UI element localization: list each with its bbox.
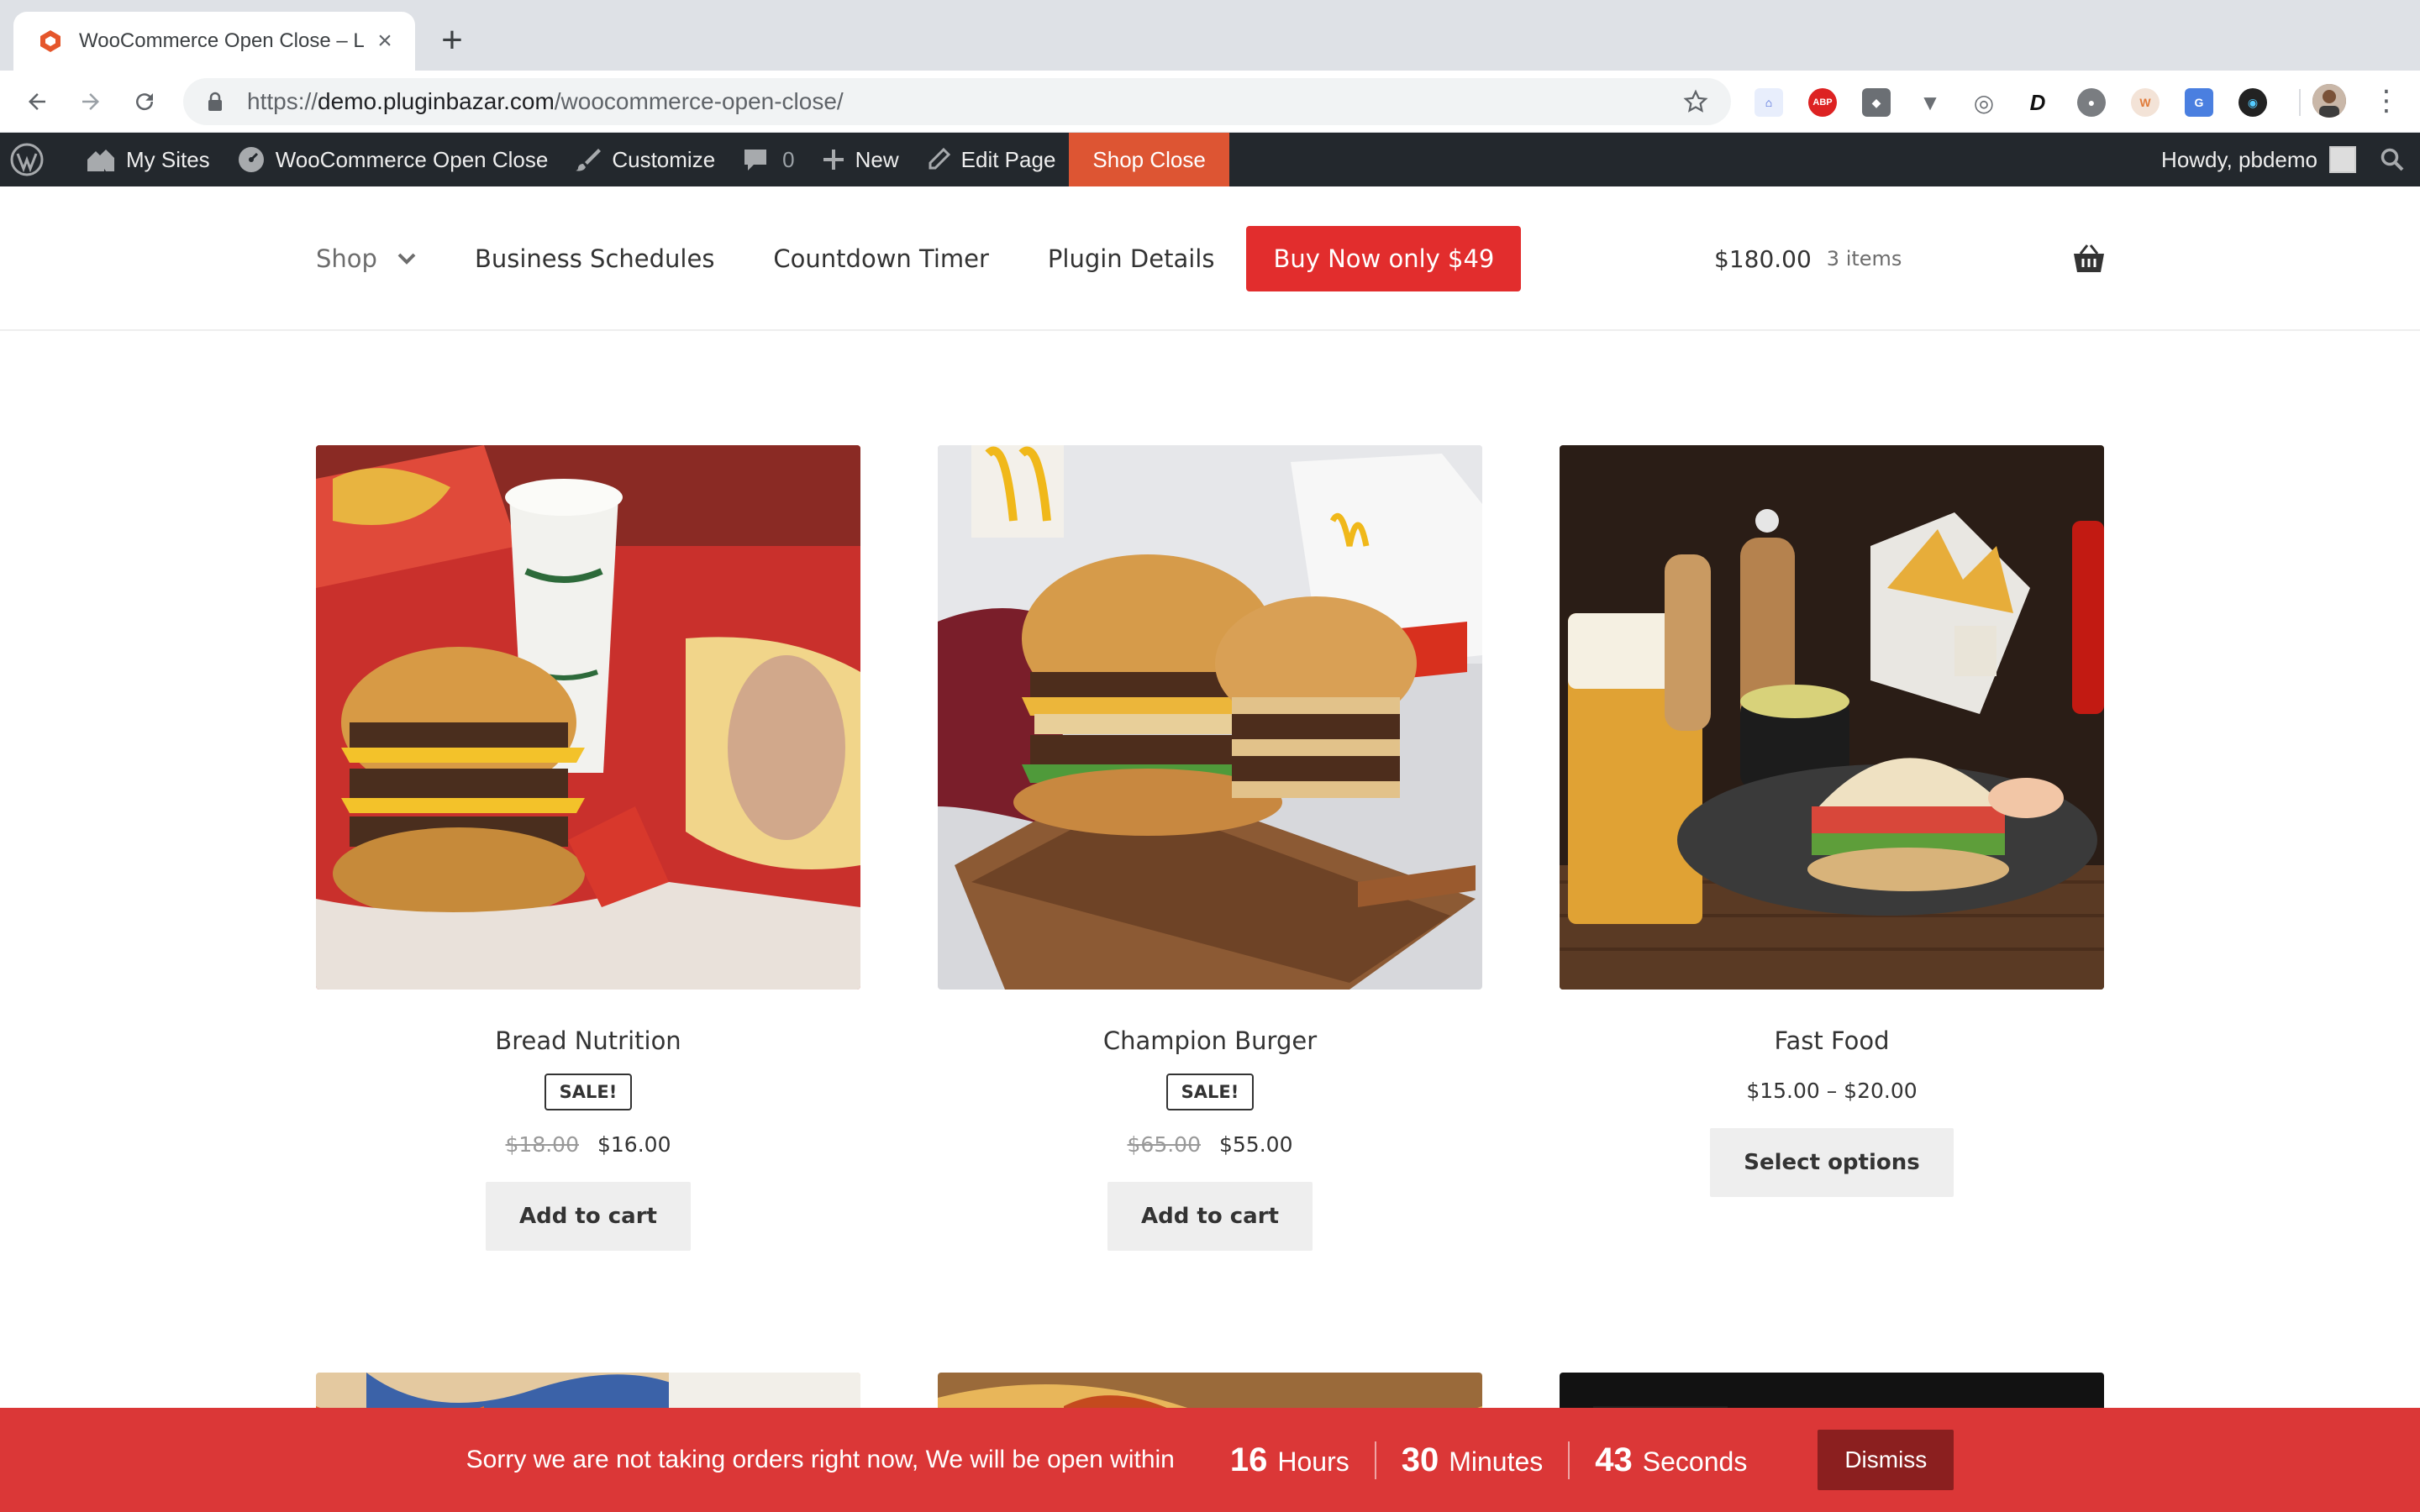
extension-g-icon[interactable]: ◎ (1970, 88, 1998, 117)
new-content-menu[interactable]: New (808, 133, 913, 186)
primary-navigation: Shop Business Schedules Countdown Timer … (316, 186, 1522, 331)
site-favicon-icon (37, 28, 64, 55)
nav-shop-label: Shop (316, 244, 377, 273)
close-tab-icon[interactable]: × (371, 27, 398, 55)
product-card-fast-food: Fast Food $15.00 – $20.00 Select options (1560, 445, 2104, 1197)
new-label: New (855, 146, 899, 172)
extension-c-icon[interactable]: ● (2077, 88, 2106, 117)
extension-d-icon[interactable]: D (2023, 88, 2052, 117)
add-to-cart-button[interactable]: Add to cart (486, 1182, 691, 1251)
dashboard-icon (238, 147, 264, 172)
nav-item-countdown-timer[interactable]: Countdown Timer (773, 244, 988, 273)
edit-page-link[interactable]: Edit Page (913, 133, 1070, 186)
product-name[interactable]: Bread Nutrition (316, 1026, 860, 1055)
my-sites-icon (87, 150, 114, 171)
seconds-label: Seconds (1642, 1446, 1748, 1477)
wp-admin-bar: My Sites WooCommerce Open Close Customiz… (0, 133, 2420, 186)
chevron-down-icon (397, 253, 416, 265)
product-price: $18.00 $16.00 (316, 1132, 860, 1157)
extension-wp-icon[interactable]: W (2131, 88, 2160, 117)
browser-toolbar: https://demo.pluginbazar.com/woocommerce… (0, 71, 2420, 133)
customize-link[interactable]: Customize (561, 133, 729, 186)
my-sites-menu[interactable]: My Sites (72, 133, 224, 186)
hours-value: 16 (1229, 1441, 1268, 1478)
extension-shield-icon[interactable]: ◆ (1862, 88, 1891, 117)
new-tab-button[interactable]: + (434, 22, 471, 59)
plus-icon (823, 150, 844, 170)
adblock-icon[interactable]: ABP (1808, 88, 1837, 117)
product-price: $65.00 $55.00 (938, 1132, 1482, 1157)
sale-badge: SALE! (1165, 1074, 1255, 1110)
browser-menu-icon[interactable]: ⋮ (2370, 84, 2403, 118)
dismiss-button[interactable]: Dismiss (1818, 1430, 1954, 1490)
current-price: $16.00 (597, 1132, 671, 1157)
sale-badge: SALE! (544, 1074, 633, 1110)
nav-item-plugin-details[interactable]: Plugin Details (1048, 244, 1215, 273)
lock-icon (203, 90, 227, 113)
star-icon[interactable] (1681, 87, 1711, 117)
select-options-button[interactable]: Select options (1710, 1128, 1954, 1197)
minutes-value: 30 (1401, 1441, 1439, 1478)
nav-item-business-schedules[interactable]: Business Schedules (475, 244, 714, 273)
extension-v-icon[interactable]: ▼ (1916, 88, 1944, 117)
extension-color-icon[interactable]: ◉ (2238, 88, 2267, 117)
countdown-seconds: 43 Seconds (1568, 1441, 1772, 1479)
toolbar-divider (2299, 89, 2301, 116)
product-image[interactable] (1560, 445, 2104, 990)
product-card-bread-nutrition: Bread Nutrition SALE! $18.00 $16.00 Add t… (316, 445, 860, 1251)
profile-avatar[interactable] (2312, 84, 2346, 118)
wordpress-icon[interactable] (0, 133, 72, 186)
countdown-minutes: 30 Minutes (1374, 1441, 1569, 1479)
shop-close-menu[interactable]: Shop Close (1069, 133, 1229, 186)
notice-message: Sorry we are not taking orders right now… (466, 1446, 1175, 1473)
buy-now-button[interactable]: Buy Now only $49 (1246, 226, 1522, 291)
browser-tab[interactable]: WooCommerce Open Close – L × (13, 12, 415, 71)
seconds-value: 43 (1595, 1441, 1633, 1478)
product-image[interactable] (316, 445, 860, 990)
current-price: $55.00 (1219, 1132, 1293, 1157)
hours-label: Hours (1277, 1446, 1349, 1477)
pencil-icon (929, 147, 950, 170)
user-avatar[interactable] (2329, 146, 2356, 173)
comments-link[interactable]: 0 (729, 133, 808, 186)
translate-icon[interactable]: G (2185, 88, 2213, 117)
product-card-champion-burger: Champion Burger SALE! $65.00 $55.00 Add t… (938, 445, 1482, 1251)
old-price: $18.00 (505, 1132, 579, 1157)
minutes-label: Minutes (1449, 1446, 1544, 1477)
site-name-menu[interactable]: WooCommerce Open Close (224, 133, 562, 186)
basket-icon[interactable] (2072, 242, 2106, 276)
add-to-cart-button[interactable]: Add to cart (1107, 1182, 1313, 1251)
forward-icon[interactable] (71, 81, 111, 122)
browser-tab-strip: WooCommerce Open Close – L × + (0, 0, 2420, 71)
search-icon[interactable] (2380, 147, 2405, 172)
product-image[interactable] (938, 445, 1482, 990)
address-bar[interactable]: https://demo.pluginbazar.com/woocommerce… (183, 78, 1731, 125)
url-text: https://demo.pluginbazar.com/woocommerce… (247, 88, 844, 114)
admin-bar-right: Howdy, pbdemo (2161, 133, 2420, 186)
extension-1-icon[interactable]: ⌂ (1754, 88, 1783, 117)
edit-page-label: Edit Page (960, 146, 1056, 172)
comments-count: 0 (782, 146, 795, 172)
my-sites-label: My Sites (126, 146, 210, 172)
customize-label: Customize (612, 146, 716, 172)
comment-icon (744, 150, 767, 171)
back-icon[interactable] (17, 81, 57, 122)
cart-item-count: 3 items (1826, 247, 1902, 270)
cart-amount: $180.00 (1714, 244, 1812, 273)
reload-icon[interactable] (124, 81, 165, 122)
site-header: Shop Business Schedules Countdown Timer … (0, 186, 2420, 331)
old-price: $65.00 (1127, 1132, 1201, 1157)
store-closed-notice: Sorry we are not taking orders right now… (0, 1408, 2420, 1512)
nav-item-shop[interactable]: Shop (316, 244, 416, 273)
countdown-hours: 16 Hours (1205, 1441, 1375, 1479)
tab-title: WooCommerce Open Close – L (79, 29, 365, 52)
product-name[interactable]: Champion Burger (938, 1026, 1482, 1055)
product-name[interactable]: Fast Food (1560, 1026, 2104, 1055)
site-name-label: WooCommerce Open Close (275, 146, 549, 172)
product-price-range: $15.00 – $20.00 (1746, 1079, 1918, 1103)
brush-icon (576, 149, 602, 171)
howdy-user-menu[interactable]: Howdy, pbdemo (2161, 147, 2317, 173)
header-cart[interactable]: $180.00 3 items (1714, 186, 1902, 331)
